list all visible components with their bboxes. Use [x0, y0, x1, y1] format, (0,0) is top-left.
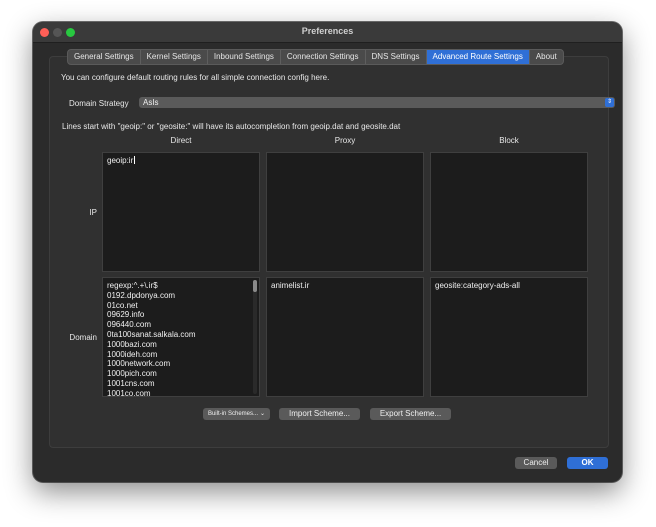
- routing-description: You can configure default routing rules …: [61, 73, 330, 82]
- tab-general-settings[interactable]: General Settings: [68, 50, 141, 64]
- autocompletion-hint: Lines start with "geoip:" or "geosite:" …: [62, 122, 401, 131]
- column-header-direct: Direct: [170, 136, 192, 145]
- tab-inbound-settings[interactable]: Inbound Settings: [208, 50, 281, 64]
- list-item: 0ta100sanat.salkala.com: [107, 329, 196, 339]
- list-item: geoip:ir: [107, 156, 134, 165]
- list-item: 1000network.com: [107, 359, 171, 369]
- row-label-domain: Domain: [69, 333, 97, 342]
- domain-strategy-value: AsIs: [143, 98, 159, 107]
- cancel-button[interactable]: Cancel: [515, 457, 557, 469]
- tab-advanced-route-settings[interactable]: Advanced Route Settings: [426, 50, 530, 64]
- list-item: 01co.net: [107, 300, 138, 310]
- ip-direct-editor[interactable]: geoip:ir: [102, 152, 260, 272]
- text-caret: [134, 156, 136, 164]
- tab-connection-settings[interactable]: Connection Settings: [281, 50, 366, 64]
- row-label-ip: IP: [89, 208, 97, 217]
- tab-dns-settings[interactable]: DNS Settings: [366, 50, 427, 64]
- list-item: 096440.com: [107, 320, 152, 330]
- chevron-updown-icon: ⇕: [605, 98, 614, 107]
- list-item: 1001cns.com: [107, 378, 155, 388]
- export-scheme-button[interactable]: Export Scheme...: [370, 408, 451, 420]
- preferences-window: Preferences General Settings Kernel Sett…: [33, 22, 622, 482]
- list-item: 1000bazi.com: [107, 339, 157, 349]
- import-scheme-button[interactable]: Import Scheme...: [279, 408, 360, 420]
- column-header-proxy: Proxy: [334, 136, 356, 145]
- domain-strategy-select[interactable]: AsIs ⇕: [139, 97, 615, 108]
- tab-kernel-settings[interactable]: Kernel Settings: [141, 50, 208, 64]
- ip-block-editor[interactable]: [430, 152, 588, 272]
- domain-strategy-label: Domain Strategy: [69, 99, 129, 108]
- list-item: 1001co.com: [107, 388, 151, 397]
- chevron-down-icon: ⌄: [260, 411, 266, 417]
- domain-direct-scrollbar[interactable]: [253, 280, 257, 394]
- domain-proxy-editor[interactable]: animelist.ir: [266, 277, 424, 397]
- list-item: 1000ideh.com: [107, 349, 158, 359]
- list-item: animelist.ir: [271, 281, 310, 290]
- domain-direct-editor[interactable]: regexp:^.+\.ir$ 0192.dpdonya.com 01co.ne…: [102, 277, 260, 397]
- tab-about[interactable]: About: [530, 50, 563, 64]
- ip-proxy-editor[interactable]: [266, 152, 424, 272]
- list-item: 0192.dpdonya.com: [107, 290, 176, 300]
- builtin-schemes-button[interactable]: Built-in Schemes... ⌄: [203, 408, 270, 420]
- ok-button[interactable]: OK: [567, 457, 608, 469]
- title-bar: Preferences: [33, 22, 622, 43]
- list-item: geosite:category-ads-all: [435, 281, 520, 290]
- builtin-schemes-label: Built-in Schemes...: [207, 411, 258, 417]
- list-item: 09629.info: [107, 310, 145, 320]
- list-item: regexp:^.+\.ir$: [107, 281, 158, 290]
- window-title: Preferences: [301, 26, 354, 36]
- settings-tab-bar: General Settings Kernel Settings Inbound…: [67, 49, 564, 65]
- domain-block-editor[interactable]: geosite:category-ads-all: [430, 277, 588, 397]
- column-header-block: Block: [499, 136, 519, 145]
- scrollbar-thumb[interactable]: [253, 280, 257, 292]
- list-item: 1000pich.com: [107, 369, 157, 379]
